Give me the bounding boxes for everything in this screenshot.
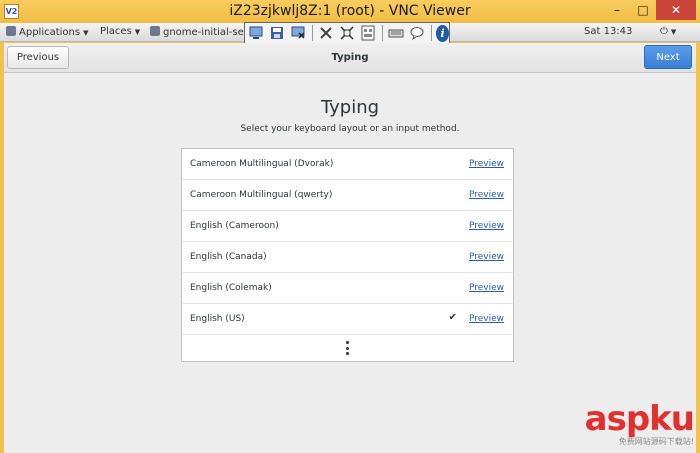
clock[interactable]: Sat 13:43	[584, 26, 632, 37]
applications-label: Applications	[19, 27, 81, 38]
options-icon[interactable]	[290, 25, 306, 41]
layout-row[interactable]: Cameroon Multilingual (Dvorak) Preview	[182, 149, 513, 180]
dropdown-arrow-icon: ▼	[83, 29, 89, 37]
layout-name: English (Cameroon)	[190, 221, 279, 231]
maximize-button[interactable]: □	[630, 0, 656, 20]
fullscreen-icon[interactable]	[339, 25, 355, 41]
vnc-toolbar: i	[244, 22, 450, 44]
layout-name: English (US)	[190, 314, 245, 324]
page-subtitle: Select your keyboard layout or an input …	[240, 124, 460, 134]
toolbar-separator	[312, 25, 313, 41]
save-icon[interactable]	[269, 25, 285, 41]
ctrl-alt-del-icon[interactable]	[360, 25, 376, 41]
header-title: Typing	[331, 52, 369, 63]
preview-link[interactable]: Preview	[469, 190, 504, 200]
dropdown-arrow-icon: ▼	[134, 28, 141, 36]
power-menu[interactable]: ⏻ ▼	[660, 26, 676, 37]
tools-icon[interactable]	[318, 25, 334, 41]
minimize-button[interactable]: –	[604, 0, 630, 20]
places-label: Places	[100, 26, 132, 37]
layout-name: English (Canada)	[190, 252, 267, 262]
layout-row-selected[interactable]: English (US) ✔ Preview	[182, 304, 513, 335]
watermark-logo: aspku	[584, 399, 695, 439]
toolbar-separator	[381, 25, 383, 41]
layout-row[interactable]: English (Canada) Preview	[182, 242, 513, 273]
preview-link[interactable]: Preview	[469, 221, 504, 231]
app-window-icon	[150, 26, 160, 36]
keyboard-layout-list: Cameroon Multilingual (Dvorak) Preview C…	[181, 148, 514, 362]
preview-link[interactable]: Preview	[469, 283, 504, 293]
new-connection-icon[interactable]	[248, 25, 264, 41]
chat-icon[interactable]	[409, 25, 425, 41]
taskbar-item-label: gnome-initial-set	[163, 27, 248, 38]
watermark: aspku 免费网站源码下载站!	[584, 399, 695, 447]
keyboard-icon[interactable]	[388, 25, 404, 41]
more-layouts-row[interactable]	[182, 335, 513, 361]
preview-link[interactable]: Preview	[469, 159, 504, 169]
setup-header-bar: Previous Typing Next	[4, 43, 696, 73]
vnc-titlebar: V2 iZ23zjkwlj8Z:1 (root) - VNC Viewer – …	[0, 0, 700, 23]
preview-link[interactable]: Preview	[469, 252, 504, 262]
close-button[interactable]: ✕	[656, 0, 696, 20]
toolbar-separator	[430, 25, 432, 41]
preview-link[interactable]: Preview	[469, 314, 504, 324]
next-button[interactable]: Next	[644, 45, 692, 69]
dropdown-arrow-icon: ▼	[670, 28, 677, 36]
applications-menu[interactable]: Applications ▼	[6, 26, 88, 38]
window-title: iZ23zjkwlj8Z:1 (root) - VNC Viewer	[229, 3, 471, 19]
layout-row[interactable]: English (Colemak) Preview	[182, 273, 513, 304]
more-vertical-icon[interactable]	[343, 341, 351, 355]
places-menu[interactable]: Places ▼	[100, 26, 140, 37]
layout-name: English (Colemak)	[190, 283, 272, 293]
page-title: Typing	[320, 97, 380, 118]
layout-name: Cameroon Multilingual (qwerty)	[190, 190, 333, 200]
setup-main: Typing Select your keyboard layout or an…	[4, 73, 696, 453]
power-icon: ⏻	[660, 26, 668, 37]
layout-row[interactable]: Cameroon Multilingual (qwerty) Preview	[182, 180, 513, 211]
checkmark-icon: ✔	[448, 312, 457, 323]
window-controls: – □ ✕	[604, 0, 696, 20]
info-icon[interactable]: i	[436, 24, 449, 42]
taskbar-item[interactable]: gnome-initial-set	[150, 26, 248, 38]
gnome-foot-icon	[6, 26, 16, 36]
layout-row[interactable]: English (Cameroon) Preview	[182, 211, 513, 242]
layout-name: Cameroon Multilingual (Dvorak)	[190, 159, 334, 169]
